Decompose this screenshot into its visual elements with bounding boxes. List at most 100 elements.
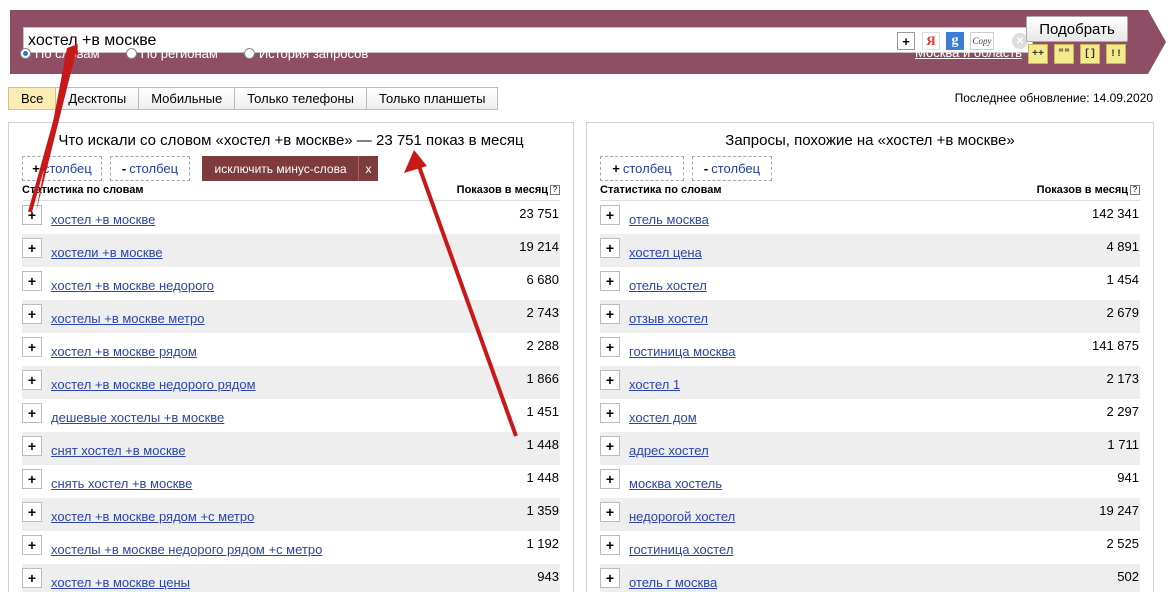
shows-count: 1 448 <box>526 437 559 452</box>
add-keyword-button[interactable]: + <box>600 568 620 588</box>
tab-tablets[interactable]: Только планшеты <box>367 87 499 110</box>
add-keyword-button[interactable]: + <box>600 502 620 522</box>
keyword-link[interactable]: адрес хостел <box>629 443 709 458</box>
add-keyword-button[interactable]: + <box>600 205 620 225</box>
keyword-link[interactable]: хостелы +в москве недорого рядом +с метр… <box>51 542 322 557</box>
mode-label: История запросов <box>258 46 369 61</box>
tab-mobile[interactable]: Мобильные <box>139 87 236 110</box>
tab-all[interactable]: Все <box>8 87 57 110</box>
word-stats-table: + хостел +в москве 23 751 + хостели +в москв… <box>22 200 560 592</box>
remove-column-button[interactable]: - столбец <box>110 156 190 181</box>
column-header-words[interactable]: Статистика по словам <box>600 184 722 196</box>
table-row: + хостел +в москве недорого 6 680 <box>22 267 560 300</box>
add-column-button[interactable]: + столбец <box>22 156 102 181</box>
add-keyword-button[interactable]: + <box>22 337 42 357</box>
mode-by-words[interactable]: По словам <box>20 46 100 61</box>
tab-phones[interactable]: Только телефоны <box>235 87 368 110</box>
keyword-link[interactable]: гостиница хостел <box>629 542 733 557</box>
column-header-shows[interactable]: Показов в месяц <box>457 184 548 196</box>
radio-icon[interactable] <box>243 48 255 59</box>
button-label: столбец <box>42 161 92 176</box>
add-keyword-button[interactable]: + <box>600 535 620 555</box>
keyword-link[interactable]: хостел +в москве недорого рядом <box>51 377 256 392</box>
keyword-link[interactable]: москва хостель <box>629 476 722 491</box>
keyword-link[interactable]: недорогой хостел <box>629 509 735 524</box>
keyword-link[interactable]: хостел +в москве недорого <box>51 278 214 293</box>
region-link[interactable]: Москва и область <box>915 45 1022 60</box>
radio-icon[interactable] <box>125 48 137 59</box>
add-keyword-button[interactable]: + <box>22 502 42 522</box>
add-operator-icon[interactable]: + <box>897 32 915 50</box>
column-header-shows[interactable]: Показов в месяц <box>1037 184 1128 196</box>
table-row: + хостелы +в москве метро 2 743 <box>22 300 560 333</box>
keyword-link[interactable]: отель г москва <box>629 575 717 590</box>
shows-count: 1 866 <box>526 371 559 386</box>
shows-count: 943 <box>537 569 559 584</box>
add-keyword-button[interactable]: + <box>22 403 42 423</box>
operator-exclaim-button[interactable]: !! <box>1106 44 1126 64</box>
add-keyword-button[interactable]: + <box>22 568 42 588</box>
add-keyword-button[interactable]: + <box>600 304 620 324</box>
table-row: + снять хостел +в москве 1 448 <box>22 465 560 498</box>
operator-brackets-button[interactable]: [] <box>1080 44 1100 64</box>
keyword-link[interactable]: хостел +в москве цены <box>51 575 190 590</box>
add-keyword-button[interactable]: + <box>600 403 620 423</box>
keyword-link[interactable]: дешевые хостелы +в москве <box>51 410 224 425</box>
table-row: + хостел +в москве цены 943 <box>22 564 560 592</box>
add-keyword-button[interactable]: + <box>22 469 42 489</box>
table-row: + хостел +в москве рядом 2 288 <box>22 333 560 366</box>
table-row: + хостели +в москве 19 214 <box>22 234 560 267</box>
keyword-link[interactable]: снять хостел +в москве <box>51 476 192 491</box>
submit-button[interactable]: Подобрать <box>1026 16 1128 42</box>
keyword-link[interactable]: хостел 1 <box>629 377 680 392</box>
keyword-link[interactable]: снят хостел +в москве <box>51 443 186 458</box>
mode-label: По регионам <box>140 46 218 61</box>
add-keyword-button[interactable]: + <box>22 238 42 258</box>
keyword-link[interactable]: хостел +в москве рядом <box>51 344 197 359</box>
shows-count: 1 192 <box>526 536 559 551</box>
panel-title: Запросы, похожие на «хостел +в москве» <box>725 132 1015 149</box>
help-icon[interactable]: ? <box>550 185 560 196</box>
add-keyword-button[interactable]: + <box>22 370 42 390</box>
add-keyword-button[interactable]: + <box>22 304 42 324</box>
mode-label: По словам <box>35 46 100 61</box>
remove-column-button[interactable]: - столбец <box>692 156 772 181</box>
tab-desktops[interactable]: Десктопы <box>56 87 140 110</box>
mode-by-regions[interactable]: По регионам <box>125 46 218 61</box>
add-keyword-button[interactable]: + <box>600 436 620 456</box>
keyword-link[interactable]: хостели +в москве <box>51 245 163 260</box>
add-keyword-button[interactable]: + <box>600 238 620 258</box>
operator-quotes-button[interactable]: "" <box>1054 44 1074 64</box>
search-header: + Я g Copy ✕ Подобрать По словам По реги… <box>10 10 1166 74</box>
shows-count: 941 <box>1117 470 1139 485</box>
keyword-link[interactable]: хостел +в москве <box>51 212 155 227</box>
add-keyword-button[interactable]: + <box>22 535 42 555</box>
add-keyword-button[interactable]: + <box>22 205 42 225</box>
help-icon[interactable]: ? <box>1130 185 1140 196</box>
column-header-words[interactable]: Статистика по словам <box>22 184 144 196</box>
add-keyword-button[interactable]: + <box>600 469 620 489</box>
keyword-link[interactable]: хостел цена <box>629 245 702 260</box>
keyword-link[interactable]: гостиница москва <box>629 344 735 359</box>
table-row: + снят хостел +в москве 1 448 <box>22 432 560 465</box>
close-button[interactable]: x <box>358 156 378 181</box>
add-column-button[interactable]: + столбец <box>600 156 684 181</box>
exclude-minus-words-button[interactable]: исключить минус-слова <box>202 156 359 181</box>
add-keyword-button[interactable]: + <box>600 271 620 291</box>
add-keyword-button[interactable]: + <box>22 436 42 456</box>
shows-count: 4 891 <box>1106 239 1139 254</box>
keyword-link[interactable]: отзыв хостел <box>629 311 708 326</box>
radio-checked-icon[interactable] <box>20 48 31 59</box>
keyword-link[interactable]: отель хостел <box>629 278 707 293</box>
add-keyword-button[interactable]: + <box>600 337 620 357</box>
table-row: + хостел +в москве рядом +с метро 1 359 <box>22 498 560 531</box>
keyword-link[interactable]: хостелы +в москве метро <box>51 311 204 326</box>
shows-count: 1 451 <box>526 404 559 419</box>
add-keyword-button[interactable]: + <box>600 370 620 390</box>
operator-plus-button[interactable]: ++ <box>1028 44 1048 64</box>
mode-history[interactable]: История запросов <box>243 46 369 61</box>
add-keyword-button[interactable]: + <box>22 271 42 291</box>
keyword-link[interactable]: отель москва <box>629 212 709 227</box>
keyword-link[interactable]: хостел +в москве рядом +с метро <box>51 509 254 524</box>
keyword-link[interactable]: хостел дом <box>629 410 697 425</box>
